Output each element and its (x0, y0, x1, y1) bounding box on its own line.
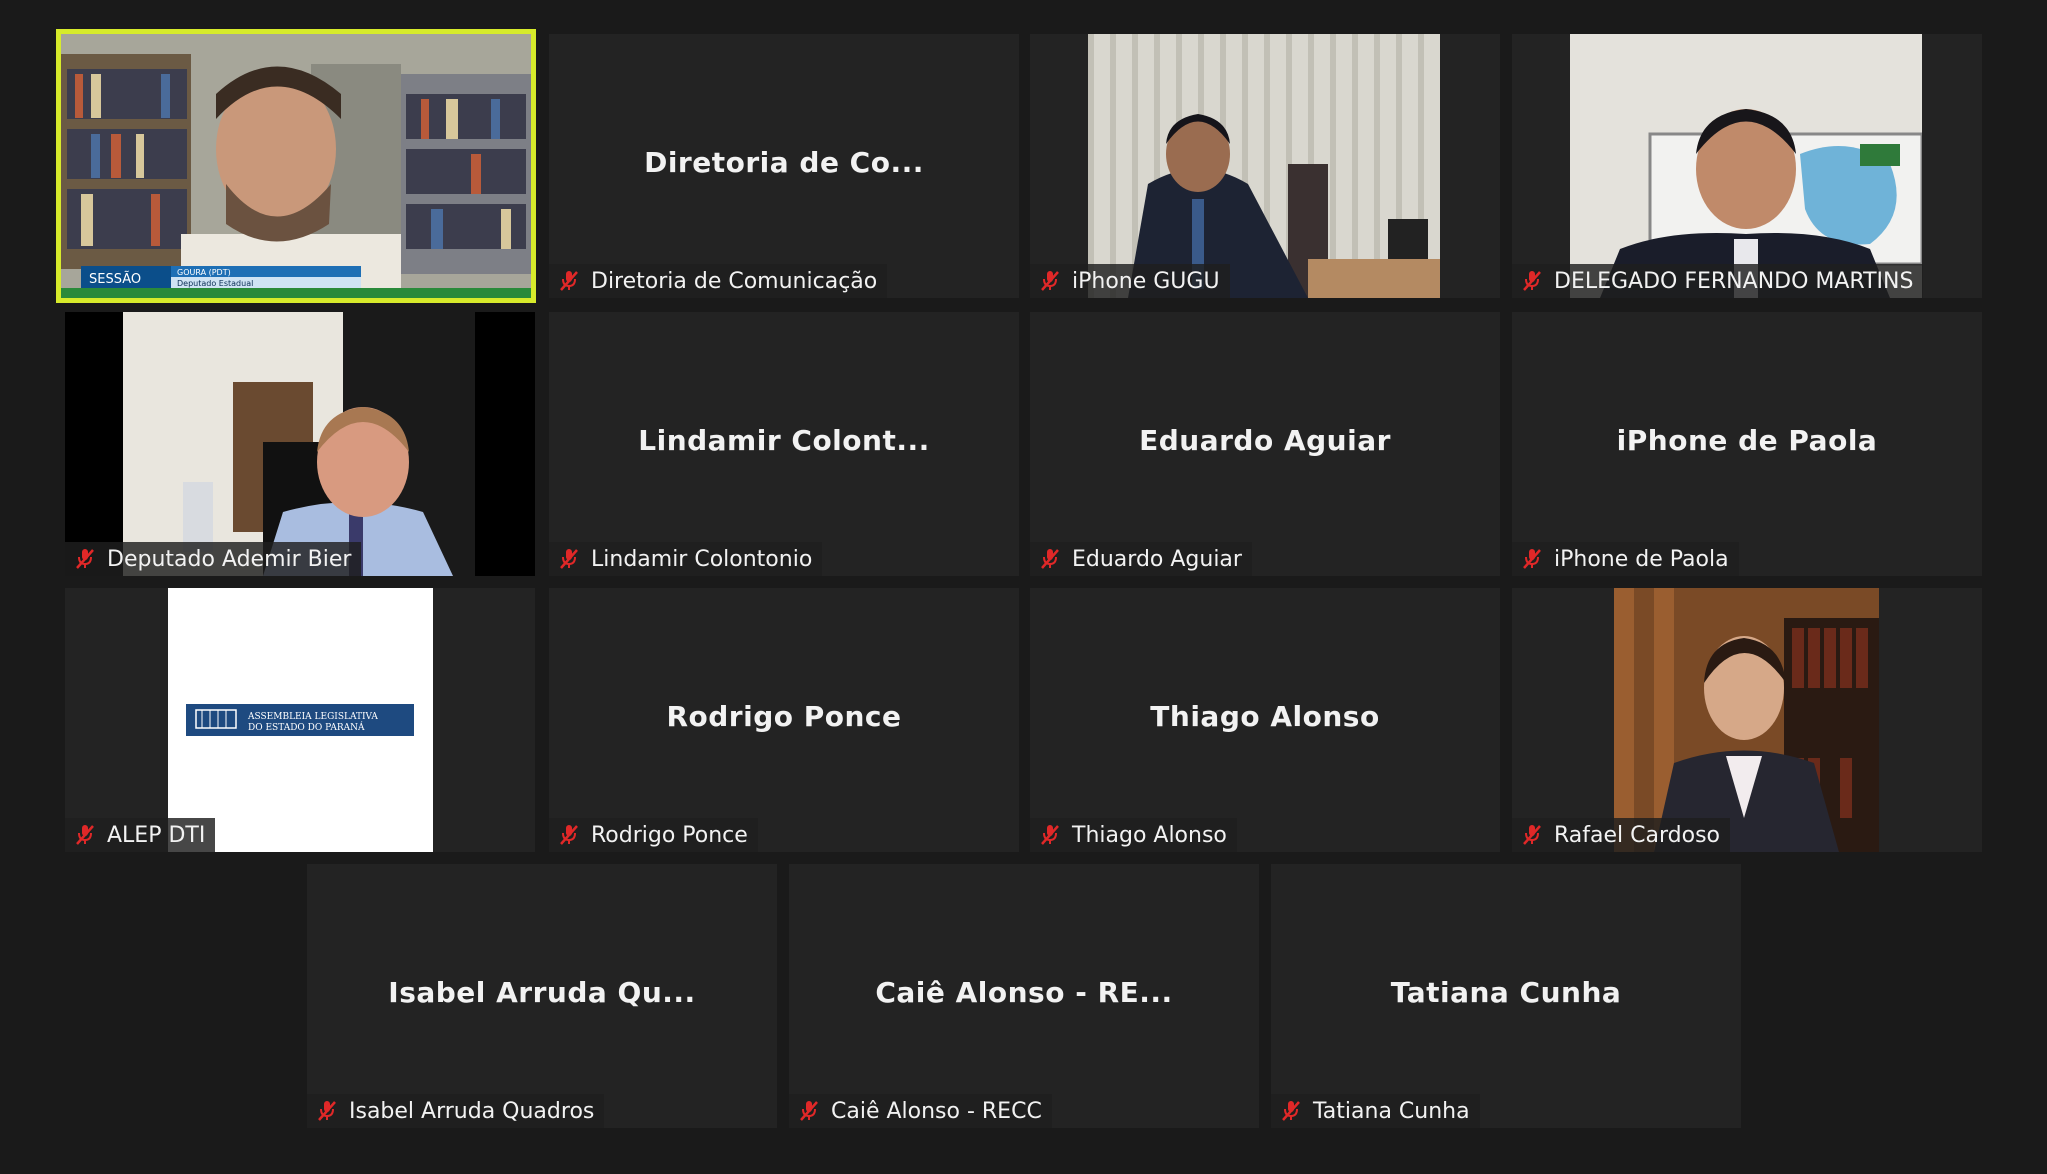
microphone-muted-icon (315, 1099, 339, 1123)
participant-tile-rafael-cardoso[interactable]: Rafael Cardoso (1512, 588, 1982, 852)
alep-logo-frame: ASSEMBLEIA LEGISLATIVA DO ESTADO DO PARA… (168, 588, 433, 852)
participant-label: Rodrigo Ponce (591, 822, 748, 848)
microphone-muted-icon (1520, 823, 1544, 847)
video-frame-bookshelf: SESSÃO GOURA (PDT) Deputado Estadual (61, 34, 531, 298)
video-feed (1614, 588, 1879, 852)
alep-logo-line2: DO ESTADO DO PARANÁ (248, 721, 365, 733)
participant-name-tag: Thiago Alonso (1030, 818, 1237, 852)
participant-tile-isabel-arruda[interactable]: Isabel Arruda Qu... Isabel Arruda Quadro… (307, 864, 777, 1128)
microphone-muted-icon (1038, 823, 1062, 847)
participant-label: Deputado Ademir Bier (107, 546, 352, 572)
microphone-muted-icon (557, 269, 581, 293)
participant-name-tag: ALEP DTI (65, 818, 216, 852)
participant-tile-thiago-alonso[interactable]: Thiago Alonso Thiago Alonso (1030, 588, 1500, 852)
microphone-muted-icon (73, 823, 97, 847)
video-feed (1088, 34, 1440, 298)
participant-display-name: Thiago Alonso (1150, 699, 1380, 733)
participant-tile-rodrigo-ponce[interactable]: Rodrigo Ponce Rodrigo Ponce (549, 588, 1019, 852)
video-frame-office (1088, 34, 1440, 298)
participant-tile-diretoria[interactable]: Diretoria de Co... Diretoria de Comunica… (549, 34, 1019, 298)
microphone-muted-icon (1038, 547, 1062, 571)
participant-name-tag: Tatiana Cunha (1271, 1094, 1480, 1128)
participant-label: ALEP DTI (107, 822, 206, 848)
participant-tile-eduardo-aguiar[interactable]: Eduardo Aguiar Eduardo Aguiar (1030, 312, 1500, 576)
video-feed: ASSEMBLEIA LEGISLATIVA DO ESTADO DO PARA… (168, 588, 433, 852)
microphone-muted-icon (797, 1099, 821, 1123)
participant-label: Isabel Arruda Quadros (349, 1098, 595, 1124)
video-feed: SESSÃO GOURA (PDT) Deputado Estadual (61, 34, 531, 298)
video-frame-library (1614, 588, 1879, 852)
participant-name-tag: Diretoria de Comunicação (549, 264, 888, 298)
alep-logo-line1: ASSEMBLEIA LEGISLATIVA (247, 712, 378, 722)
participant-display-name: Rodrigo Ponce (666, 699, 902, 733)
participant-label: iPhone GUGU (1072, 268, 1220, 294)
participant-name-tag: Rafael Cardoso (1512, 818, 1730, 852)
participant-tile-iphone-paola[interactable]: iPhone de Paola iPhone de Paola (1512, 312, 1982, 576)
microphone-muted-icon (1279, 1099, 1303, 1123)
microphone-muted-icon (557, 823, 581, 847)
participant-name-tag: Isabel Arruda Quadros (307, 1094, 605, 1128)
participant-label: Lindamir Colontonio (591, 546, 813, 572)
microphone-muted-icon (1520, 547, 1544, 571)
participant-label: Diretoria de Comunicação (591, 268, 878, 294)
microphone-muted-icon (73, 547, 97, 571)
participant-name-tag: Rodrigo Ponce (549, 818, 758, 852)
video-feed (123, 312, 475, 576)
participant-display-name: iPhone de Paola (1616, 423, 1878, 457)
video-frame-map-wall (1570, 34, 1922, 298)
participant-name-tag: DELEGADO FERNANDO MARTINS (1512, 264, 1924, 298)
participant-display-name: Eduardo Aguiar (1139, 423, 1391, 457)
participant-label: Eduardo Aguiar (1072, 546, 1242, 572)
video-feed (1570, 34, 1922, 298)
participant-label: Rafael Cardoso (1554, 822, 1720, 848)
participant-tile-tatiana-cunha[interactable]: Tatiana Cunha Tatiana Cunha (1271, 864, 1741, 1128)
participant-name-tag: Caiê Alonso - RECC (789, 1094, 1052, 1128)
participant-name-tag: Lindamir Colontonio (549, 542, 823, 576)
video-gallery: SESSÃO GOURA (PDT) Deputado Estadual Dir… (0, 0, 2047, 1174)
participant-label: Thiago Alonso (1072, 822, 1227, 848)
participant-display-name: Tatiana Cunha (1390, 975, 1622, 1009)
lower-third-name: GOURA (PDT) (177, 268, 231, 277)
microphone-muted-icon (1520, 269, 1544, 293)
participant-name-tag: Eduardo Aguiar (1030, 542, 1252, 576)
participant-name-tag: Deputado Ademir Bier (65, 542, 362, 576)
video-frame-office (123, 312, 475, 576)
participant-label: iPhone de Paola (1554, 546, 1729, 572)
alep-logo: ASSEMBLEIA LEGISLATIVA DO ESTADO DO PARA… (186, 704, 414, 736)
participant-label: Tatiana Cunha (1313, 1098, 1470, 1124)
participant-display-name: Caiê Alonso - RE... (875, 975, 1173, 1009)
participant-display-name: Isabel Arruda Qu... (388, 975, 696, 1009)
participant-label: DELEGADO FERNANDO MARTINS (1554, 268, 1914, 294)
participant-tile-delegado-fernando[interactable]: DELEGADO FERNANDO MARTINS (1512, 34, 1982, 298)
participant-name-tag: iPhone GUGU (1030, 264, 1230, 298)
participant-display-name: Diretoria de Co... (644, 145, 924, 179)
lower-third-role: Deputado Estadual (177, 279, 253, 288)
participant-tile-alep-dti[interactable]: ASSEMBLEIA LEGISLATIVA DO ESTADO DO PARA… (65, 588, 535, 852)
participant-tile-goura[interactable]: SESSÃO GOURA (PDT) Deputado Estadual (56, 29, 536, 303)
participant-name-tag: iPhone de Paola (1512, 542, 1739, 576)
participant-display-name: Lindamir Colont... (638, 423, 930, 457)
participant-tile-ademir-bier[interactable]: Deputado Ademir Bier (65, 312, 535, 576)
microphone-muted-icon (557, 547, 581, 571)
microphone-muted-icon (1038, 269, 1062, 293)
lower-third-brand: SESSÃO (89, 271, 141, 287)
participant-label: Caiê Alonso - RECC (831, 1098, 1042, 1124)
participant-tile-lindamir[interactable]: Lindamir Colont... Lindamir Colontonio (549, 312, 1019, 576)
participant-tile-iphone-gugu[interactable]: iPhone GUGU (1030, 34, 1500, 298)
participant-tile-caie-alonso[interactable]: Caiê Alonso - RE... Caiê Alonso - RECC (789, 864, 1259, 1128)
